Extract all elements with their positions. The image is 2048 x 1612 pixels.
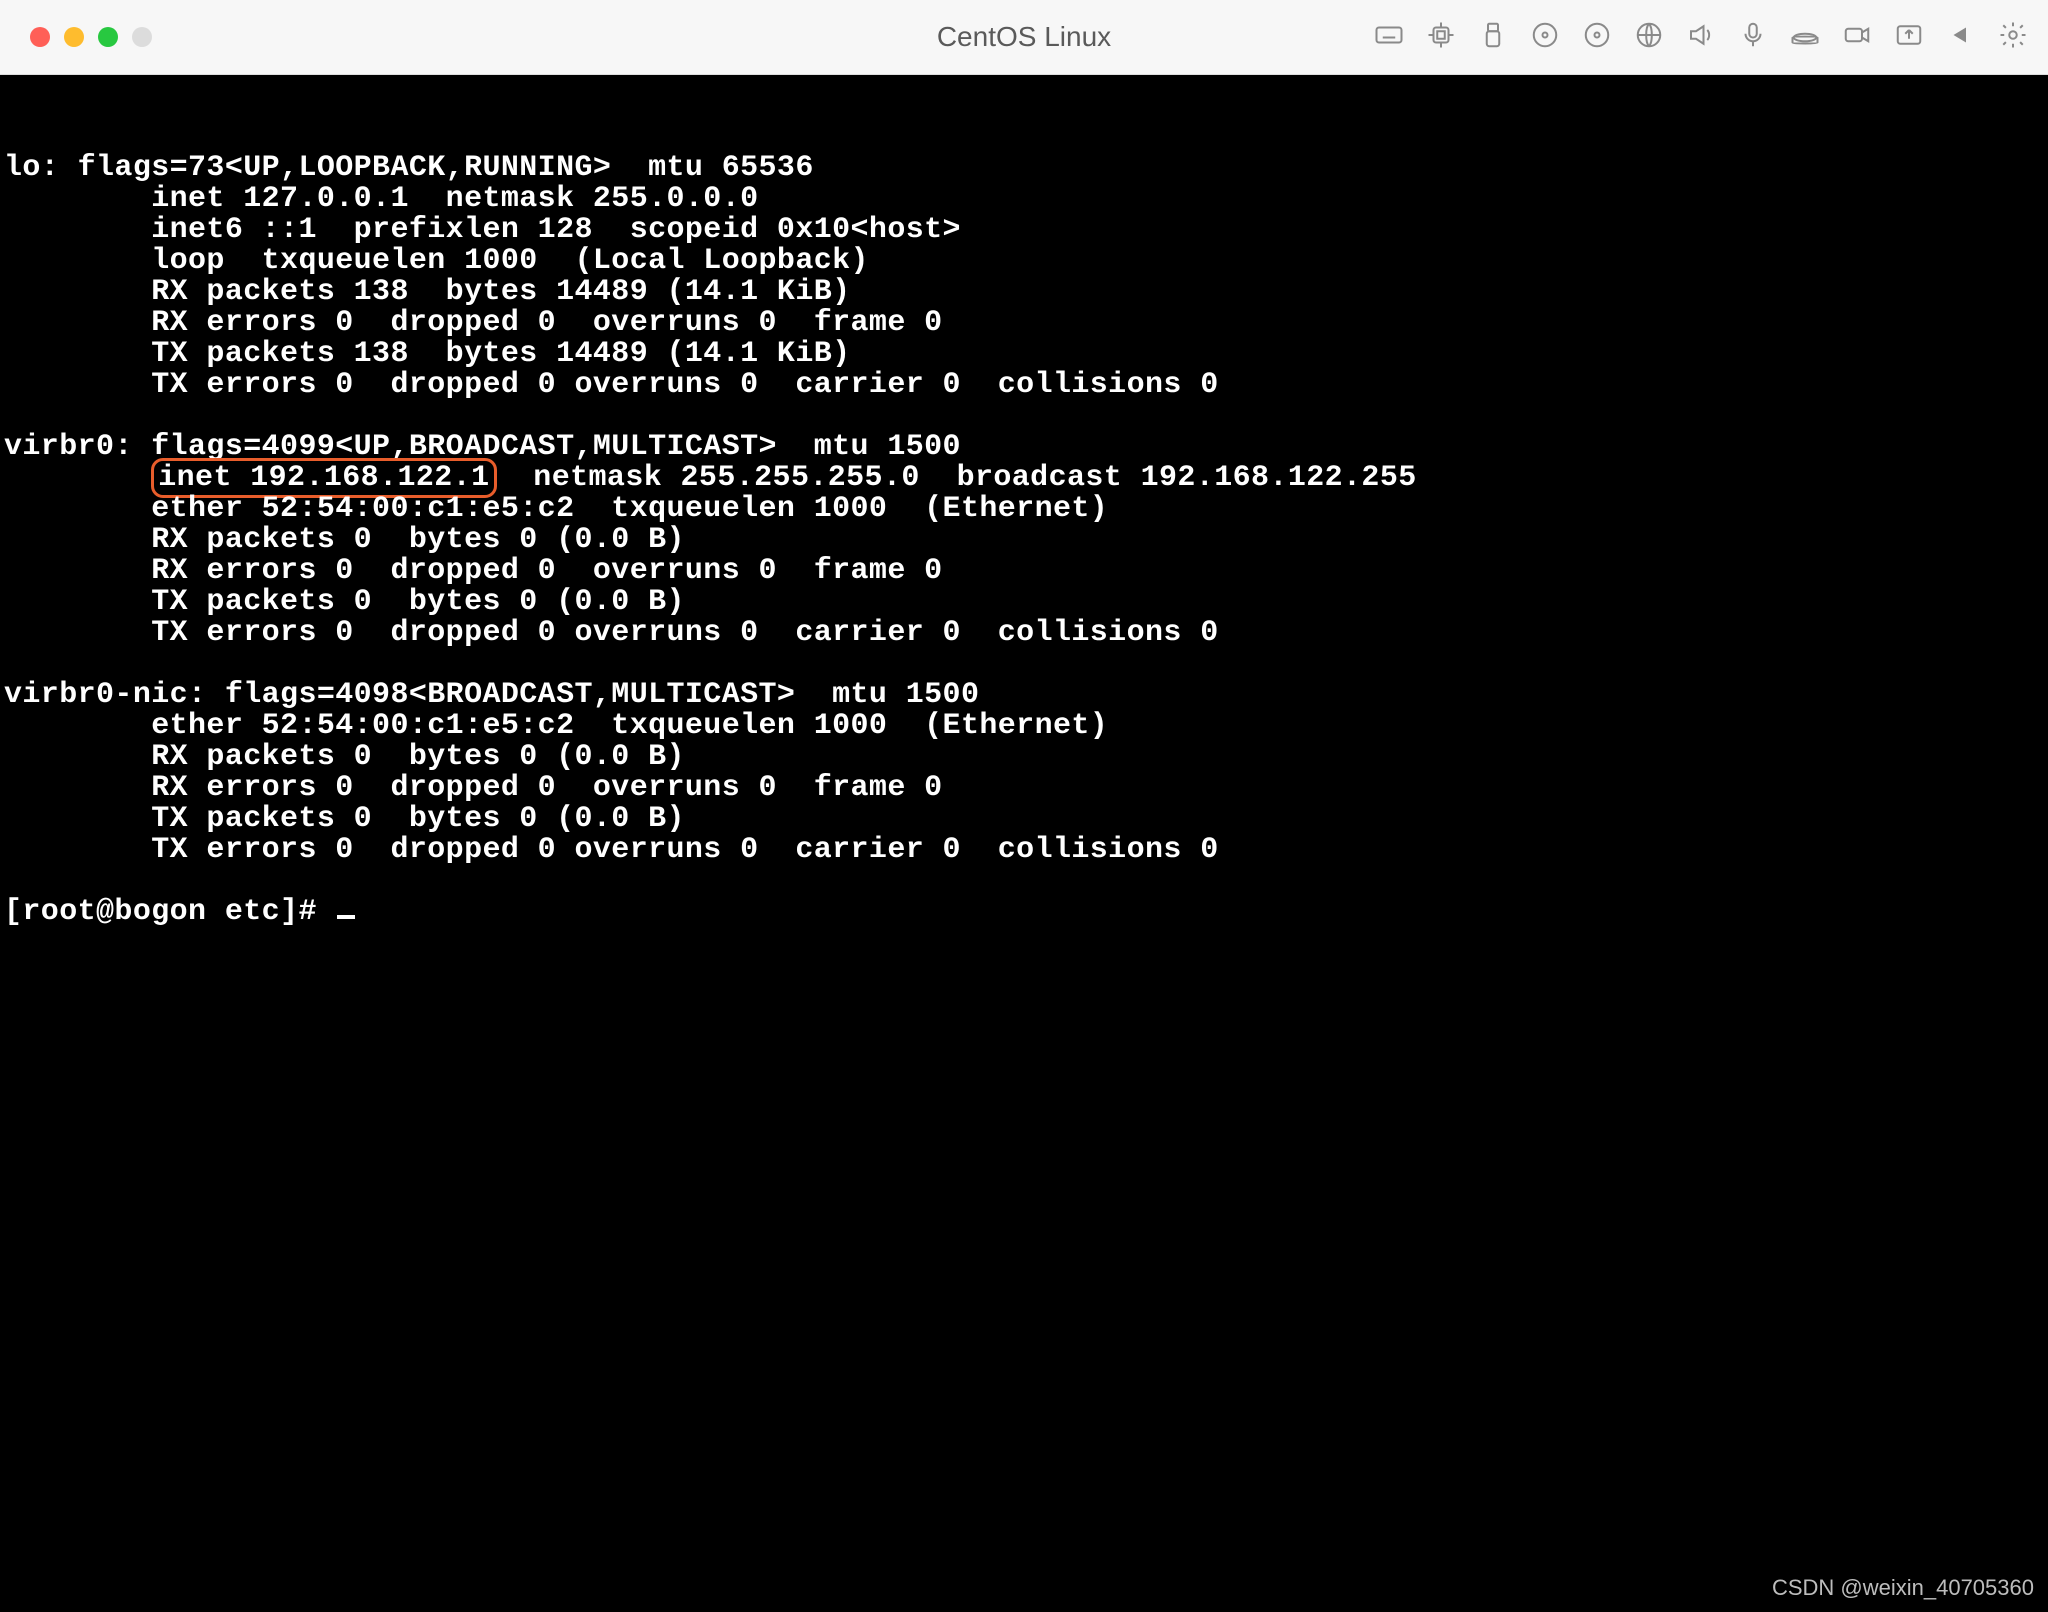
terminal-line: TX errors 0 dropped 0 overruns 0 carrier… bbox=[4, 616, 1219, 650]
hl-prefix bbox=[4, 461, 151, 495]
camera-icon[interactable] bbox=[1842, 20, 1872, 55]
hl-suffix: netmask 255.255.255.0 broadcast 192.168.… bbox=[497, 461, 1417, 495]
terminal-line: inet 127.0.0.1 netmask 255.0.0.0 bbox=[4, 182, 759, 216]
keyboard-icon[interactable] bbox=[1374, 20, 1404, 55]
terminal-line: inet6 ::1 prefixlen 128 scopeid 0x10<hos… bbox=[4, 213, 961, 247]
play-back-icon[interactable] bbox=[1946, 20, 1976, 55]
close-button[interactable] bbox=[30, 27, 50, 47]
watermark: CSDN @weixin_40705360 bbox=[1772, 1572, 2034, 1603]
traffic-lights bbox=[30, 27, 152, 47]
share-icon[interactable] bbox=[1894, 20, 1924, 55]
disc1-icon[interactable] bbox=[1530, 20, 1560, 55]
disc2-icon[interactable] bbox=[1582, 20, 1612, 55]
cpu-icon[interactable] bbox=[1426, 20, 1456, 55]
vm-window: CentOS Linux lo: flags=73<UP,LOOPBACK,RU… bbox=[0, 0, 2048, 1612]
terminal-line: RX packets 138 bytes 14489 (14.1 KiB) bbox=[4, 275, 851, 309]
globe-icon[interactable] bbox=[1634, 20, 1664, 55]
minimize-button[interactable] bbox=[64, 27, 84, 47]
terminal[interactable]: lo: flags=73<UP,LOOPBACK,RUNNING> mtu 65… bbox=[0, 75, 2048, 1612]
terminal-line: ether 52:54:00:c1:e5:c2 txqueuelen 1000 … bbox=[4, 492, 1108, 526]
terminal-line: ether 52:54:00:c1:e5:c2 txqueuelen 1000 … bbox=[4, 709, 1108, 743]
terminal-line: RX packets 0 bytes 0 (0.0 B) bbox=[4, 740, 685, 774]
titlebar: CentOS Linux bbox=[0, 0, 2048, 75]
toolbar bbox=[1374, 20, 2028, 55]
terminal-line: TX packets 0 bytes 0 (0.0 B) bbox=[4, 802, 685, 836]
terminal-line: loop txqueuelen 1000 (Local Loopback) bbox=[4, 244, 869, 278]
terminal-line: TX packets 0 bytes 0 (0.0 B) bbox=[4, 585, 685, 619]
usb-icon[interactable] bbox=[1478, 20, 1508, 55]
cursor bbox=[337, 915, 355, 919]
terminal-line: RX errors 0 dropped 0 overruns 0 frame 0 bbox=[4, 306, 943, 340]
terminal-prompt: [root@bogon etc]# bbox=[4, 895, 335, 929]
terminal-line: RX packets 0 bytes 0 (0.0 B) bbox=[4, 523, 685, 557]
mic-icon[interactable] bbox=[1738, 20, 1768, 55]
terminal-line: RX errors 0 dropped 0 overruns 0 frame 0 bbox=[4, 554, 943, 588]
terminal-line: TX packets 138 bytes 14489 (14.1 KiB) bbox=[4, 337, 851, 371]
extra-dot bbox=[132, 27, 152, 47]
volume-icon[interactable] bbox=[1686, 20, 1716, 55]
terminal-line: virbr0-nic: flags=4098<BROADCAST,MULTICA… bbox=[4, 678, 979, 712]
terminal-line: TX errors 0 dropped 0 overruns 0 carrier… bbox=[4, 368, 1219, 402]
gear-icon[interactable] bbox=[1998, 20, 2028, 55]
terminal-line: RX errors 0 dropped 0 overruns 0 frame 0 bbox=[4, 771, 943, 805]
terminal-line: lo: flags=73<UP,LOOPBACK,RUNNING> mtu 65… bbox=[4, 151, 814, 185]
disk-icon[interactable] bbox=[1790, 20, 1820, 55]
terminal-line: TX errors 0 dropped 0 overruns 0 carrier… bbox=[4, 833, 1219, 867]
zoom-button[interactable] bbox=[98, 27, 118, 47]
window-title: CentOS Linux bbox=[937, 21, 1111, 53]
